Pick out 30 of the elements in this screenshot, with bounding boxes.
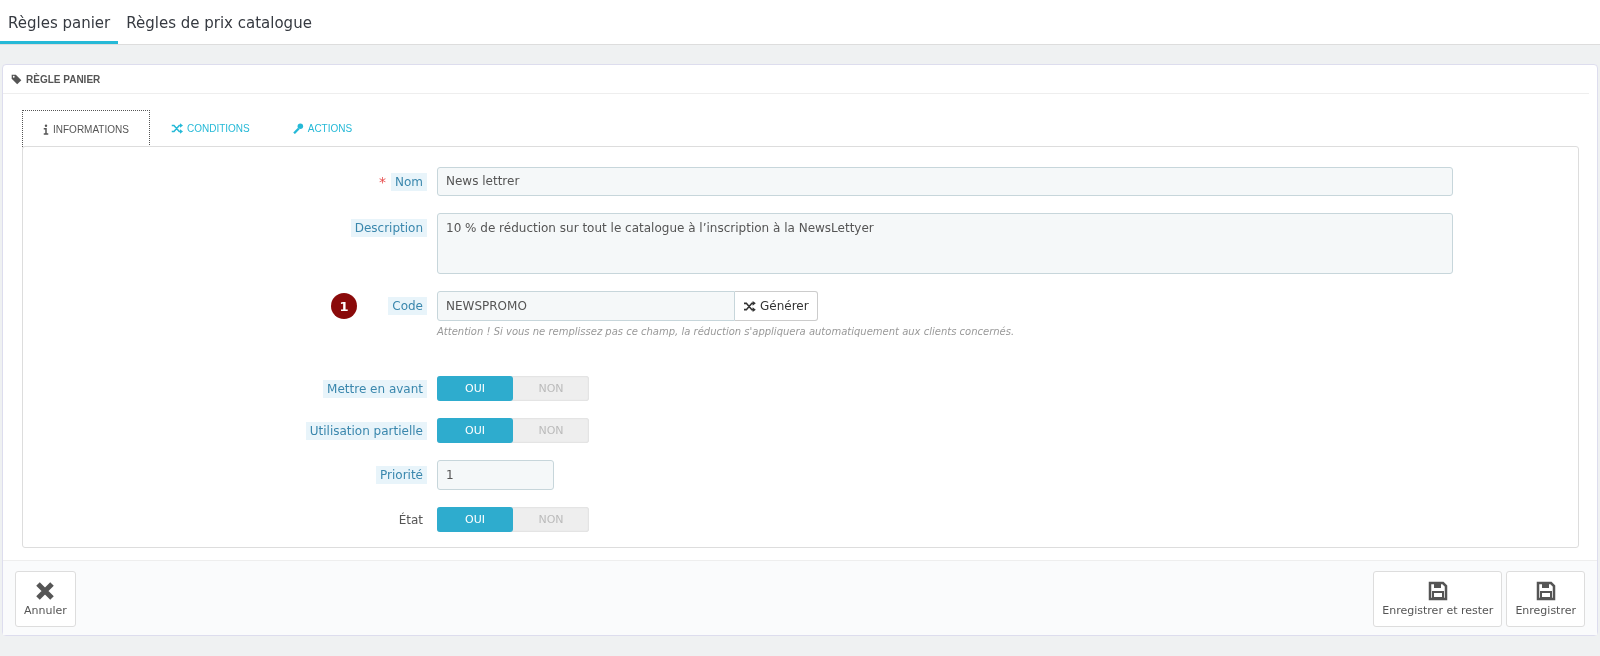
hint-text: Attention ! Si vous ne remplissez pas ce champ, la réduction s'appliquera automatiquement aux clients concernés. [437, 326, 1015, 337]
wrench-icon [291, 122, 304, 134]
field-label: Description [350, 218, 427, 237]
cancel-button[interactable]: Annuler [15, 571, 76, 627]
step-badge: 1 [331, 293, 357, 319]
info-icon [43, 123, 49, 135]
field-label: Mettre en avant [323, 379, 427, 398]
shuffle-icon [743, 300, 756, 312]
page-tab[interactable]: Règles panier [0, 14, 119, 44]
field-label: État [397, 511, 424, 529]
save-button[interactable]: Enregistrer [1506, 571, 1585, 627]
panel-title: RÈGLE PANIER [26, 73, 101, 85]
name-field[interactable]: News lettrer [437, 167, 1453, 196]
required-mark: * [379, 173, 386, 190]
save-icon [1427, 581, 1448, 601]
form-tab[interactable]: INFORMATIONS [22, 110, 150, 147]
page-tab[interactable]: Règles de prix catalogue [118, 14, 320, 44]
code-field[interactable]: NEWSPROMO [437, 291, 735, 321]
close-icon [35, 581, 56, 601]
save-icon [1535, 581, 1556, 601]
priority-field[interactable]: 1 [437, 460, 554, 490]
generate-button[interactable]: Générer [735, 291, 818, 321]
field-label: Utilisation partielle [305, 421, 427, 440]
tag-icon [11, 73, 22, 85]
field-label: Nom [391, 172, 427, 191]
description-field[interactable]: 10 % de réduction sur tout le catalogue à l’inscription à la NewsLettyer [437, 213, 1453, 274]
shuffle-icon [170, 122, 183, 134]
field-label: Code [388, 297, 427, 315]
field-label: Priorité [376, 465, 427, 484]
save-stay-button[interactable]: Enregistrer et rester [1373, 571, 1503, 627]
